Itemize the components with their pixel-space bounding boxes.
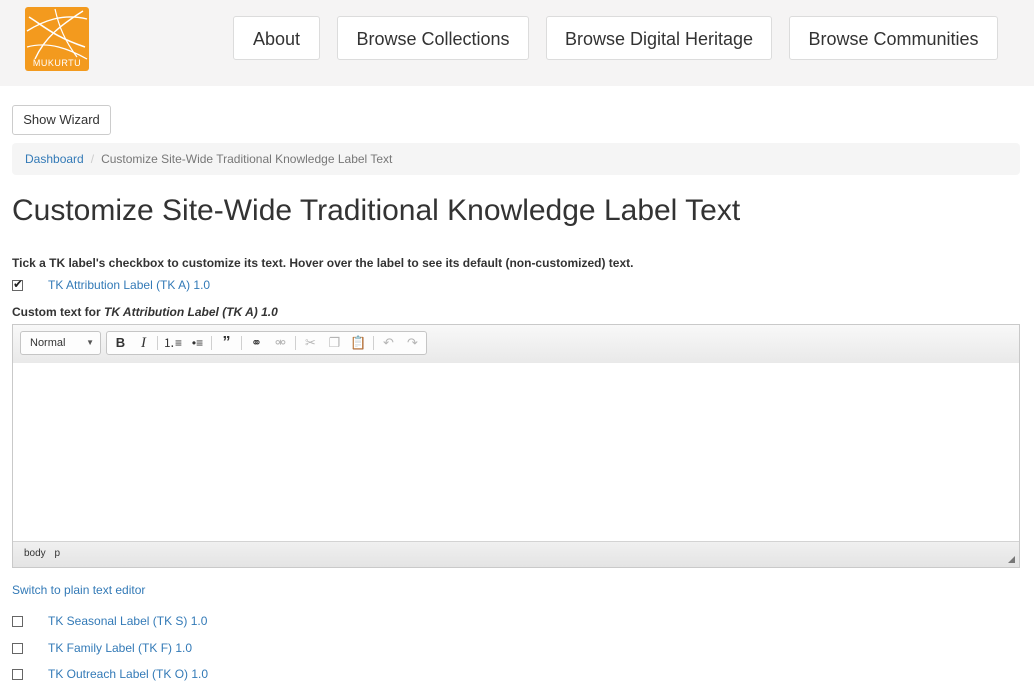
unlink-icon[interactable]: ⚮	[269, 332, 292, 354]
path-body[interactable]: body	[24, 548, 46, 559]
custom-text-prefix: Custom text for	[12, 305, 105, 319]
rich-text-editor: Normal ▼ B I ⒈≡ •≡ ” ⚭ ⚮ ✂ ❐ 📋 ↶ ↷ body …	[12, 324, 1020, 568]
undo-icon[interactable]: ↶	[377, 332, 400, 354]
format-select-value: Normal	[30, 337, 66, 349]
checkbox-tk-family[interactable]	[12, 643, 23, 654]
dropdown-caret-icon: ▼	[86, 338, 94, 347]
italic-icon[interactable]: I	[132, 332, 155, 354]
editor-content-area[interactable]	[13, 363, 1019, 541]
breadcrumb-dashboard-link[interactable]: Dashboard	[25, 152, 84, 166]
toolbar-separator	[157, 336, 158, 350]
bold-icon[interactable]: B	[109, 332, 132, 354]
paste-icon[interactable]: 📋	[347, 332, 370, 354]
editor-toolbar: Normal ▼ B I ⒈≡ •≡ ” ⚭ ⚮ ✂ ❐ 📋 ↶ ↷	[13, 325, 1019, 364]
checkbox-tk-outreach[interactable]	[12, 669, 23, 680]
blockquote-icon[interactable]: ”	[215, 332, 238, 354]
custom-text-label: Custom text for TK Attribution Label (TK…	[12, 305, 278, 319]
breadcrumb: Dashboard / Customize Site-Wide Traditiona…	[12, 143, 1020, 175]
resize-handle-icon[interactable]	[1008, 556, 1015, 563]
show-wizard-button[interactable]: Show Wizard	[12, 105, 111, 135]
breadcrumb-separator: /	[90, 152, 95, 166]
toolbar-separator	[373, 336, 374, 350]
editor-status-bar: body p	[13, 541, 1019, 567]
label-tk-outreach[interactable]: TK Outreach Label (TK O) 1.0	[48, 667, 208, 681]
format-select[interactable]: Normal ▼	[20, 331, 101, 355]
bulleted-list-icon[interactable]: •≡	[186, 332, 209, 354]
switch-plain-text-link[interactable]: Switch to plain text editor	[12, 583, 145, 597]
link-icon[interactable]: ⚭	[245, 332, 268, 354]
label-tk-family[interactable]: TK Family Label (TK F) 1.0	[48, 641, 192, 655]
breadcrumb-current: Customize Site-Wide Traditional Knowledg…	[101, 152, 393, 166]
toolbar-separator	[211, 336, 212, 350]
custom-text-label-name: TK Attribution Label (TK A) 1.0	[104, 305, 278, 319]
toolbar-separator	[241, 336, 242, 350]
page-title: Customize Site-Wide Traditional Knowledg…	[12, 194, 741, 227]
copy-icon[interactable]: ❐	[323, 332, 346, 354]
label-tk-attribution[interactable]: TK Attribution Label (TK A) 1.0	[48, 278, 210, 292]
toolbar-button-group: B I ⒈≡ •≡ ” ⚭ ⚮ ✂ ❐ 📋 ↶ ↷	[106, 331, 427, 355]
nav-browse-digital-heritage[interactable]: Browse Digital Heritage	[546, 16, 772, 60]
path-p[interactable]: p	[54, 548, 60, 559]
toolbar-separator	[295, 336, 296, 350]
numbered-list-icon[interactable]: ⒈≡	[161, 332, 184, 354]
site-header: MUKURTU About Browse Collections Browse …	[0, 0, 1034, 86]
logo-text: MUKURTU	[32, 58, 82, 68]
redo-icon[interactable]: ↷	[401, 332, 424, 354]
mukurtu-logo[interactable]: MUKURTU	[25, 7, 89, 71]
cut-icon[interactable]: ✂	[299, 332, 322, 354]
instructions-text: Tick a TK label's checkbox to customize …	[12, 256, 634, 270]
checkbox-tk-attribution[interactable]	[12, 277, 23, 291]
nav-browse-communities[interactable]: Browse Communities	[789, 16, 998, 60]
checkbox-tk-seasonal[interactable]	[12, 616, 23, 627]
label-tk-seasonal[interactable]: TK Seasonal Label (TK S) 1.0	[48, 614, 207, 628]
nav-browse-collections[interactable]: Browse Collections	[337, 16, 529, 60]
nav-about[interactable]: About	[233, 16, 320, 60]
